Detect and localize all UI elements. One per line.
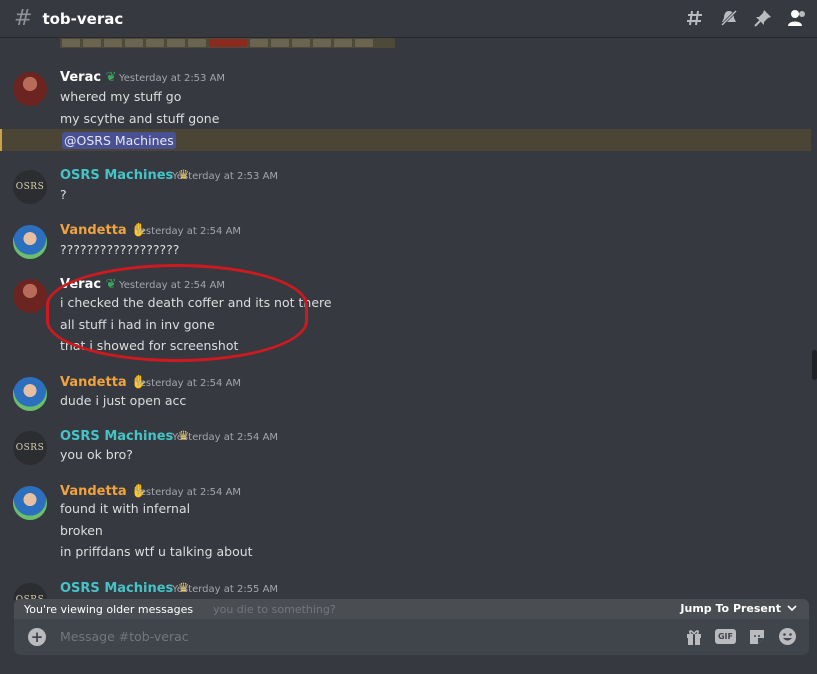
message-list[interactable]: Verac ❦ Yesterday at 2:53 AM whered my s…	[0, 48, 811, 600]
channel-header: # tob-verac	[0, 0, 817, 38]
scrollbar-thumb[interactable]	[812, 350, 817, 380]
message-text: ?	[60, 187, 67, 202]
message-text: you ok bro?	[60, 447, 133, 462]
avatar[interactable]: OSRS	[13, 170, 47, 204]
members-icon[interactable]	[787, 8, 807, 28]
avatar[interactable]	[13, 72, 47, 106]
message-text: whered my stuff go	[60, 89, 182, 104]
message-timestamp: Yesterday at 2:53 AM	[172, 171, 279, 182]
add-attachment-icon[interactable]: +	[28, 628, 46, 646]
avatar[interactable]	[13, 225, 47, 259]
avatar[interactable]: OSRS	[13, 431, 47, 465]
message-text: broken	[60, 523, 103, 538]
threads-icon[interactable]	[685, 8, 705, 28]
mute-icon[interactable]	[719, 8, 739, 28]
older-messages-banner: You're viewing older messages you die to…	[14, 599, 809, 619]
plant-icon: ❦	[105, 70, 117, 85]
author-name[interactable]: OSRS Machines ♛	[60, 429, 189, 444]
osrs-logo-text: OSRS	[15, 182, 45, 192]
gift-icon[interactable]	[685, 628, 703, 646]
older-messages-text: You're viewing older messages	[24, 602, 194, 616]
message-timestamp: Yesterday at 2:53 AM	[119, 73, 226, 84]
message-text: ??????????????????	[60, 242, 180, 257]
mention-highlight-row: @OSRS Machines	[0, 129, 811, 151]
message-timestamp: Yesterday at 2:54 AM	[135, 226, 242, 237]
avatar[interactable]: OSRS	[13, 583, 47, 600]
avatar[interactable]	[13, 486, 47, 520]
jump-to-present-button[interactable]: Jump To Present	[680, 602, 797, 615]
message-text: my scythe and stuff gone	[60, 111, 220, 126]
message-text: dude i just open acc	[60, 393, 187, 408]
mention-chip[interactable]: @OSRS Machines	[62, 132, 176, 149]
message-timestamp: Yesterday at 2:54 AM	[135, 487, 242, 498]
attachment-image-strip[interactable]	[60, 38, 395, 48]
message-text: in priffdans wtf u talking about	[60, 544, 253, 559]
message-timestamp: Yesterday at 2:54 AM	[172, 432, 279, 443]
channel-title: tob-verac	[42, 9, 124, 28]
chevron-down-icon	[787, 602, 797, 615]
jump-to-present-label: Jump To Present	[680, 602, 781, 615]
message-input[interactable]: Message #tob-verac	[60, 629, 189, 644]
message-composer: + Message #tob-verac GIF	[14, 619, 809, 655]
partially-hidden-message: you die to something?	[213, 602, 336, 616]
author-name[interactable]: OSRS Machines ♛	[60, 581, 189, 596]
channel-hash-icon: #	[14, 6, 33, 31]
emoji-icon[interactable]	[778, 627, 797, 646]
gif-button[interactable]: GIF	[714, 629, 736, 644]
sticker-icon[interactable]	[748, 628, 766, 646]
header-toolbar	[685, 8, 807, 28]
composer-tools: GIF	[685, 627, 797, 646]
message-text: found it with infernal	[60, 501, 191, 516]
message-timestamp: Yesterday at 2:55 AM	[172, 584, 279, 595]
avatar[interactable]	[13, 279, 47, 313]
osrs-logo-text: OSRS	[15, 443, 45, 453]
pin-icon[interactable]	[753, 8, 773, 28]
author-name[interactable]: OSRS Machines ♛	[60, 168, 189, 183]
attachment-date	[209, 39, 247, 47]
message-timestamp: Yesterday at 2:54 AM	[135, 378, 242, 389]
author-name[interactable]: Verac ❦	[60, 70, 117, 85]
red-highlight-circle	[46, 264, 308, 362]
avatar[interactable]	[13, 377, 47, 411]
